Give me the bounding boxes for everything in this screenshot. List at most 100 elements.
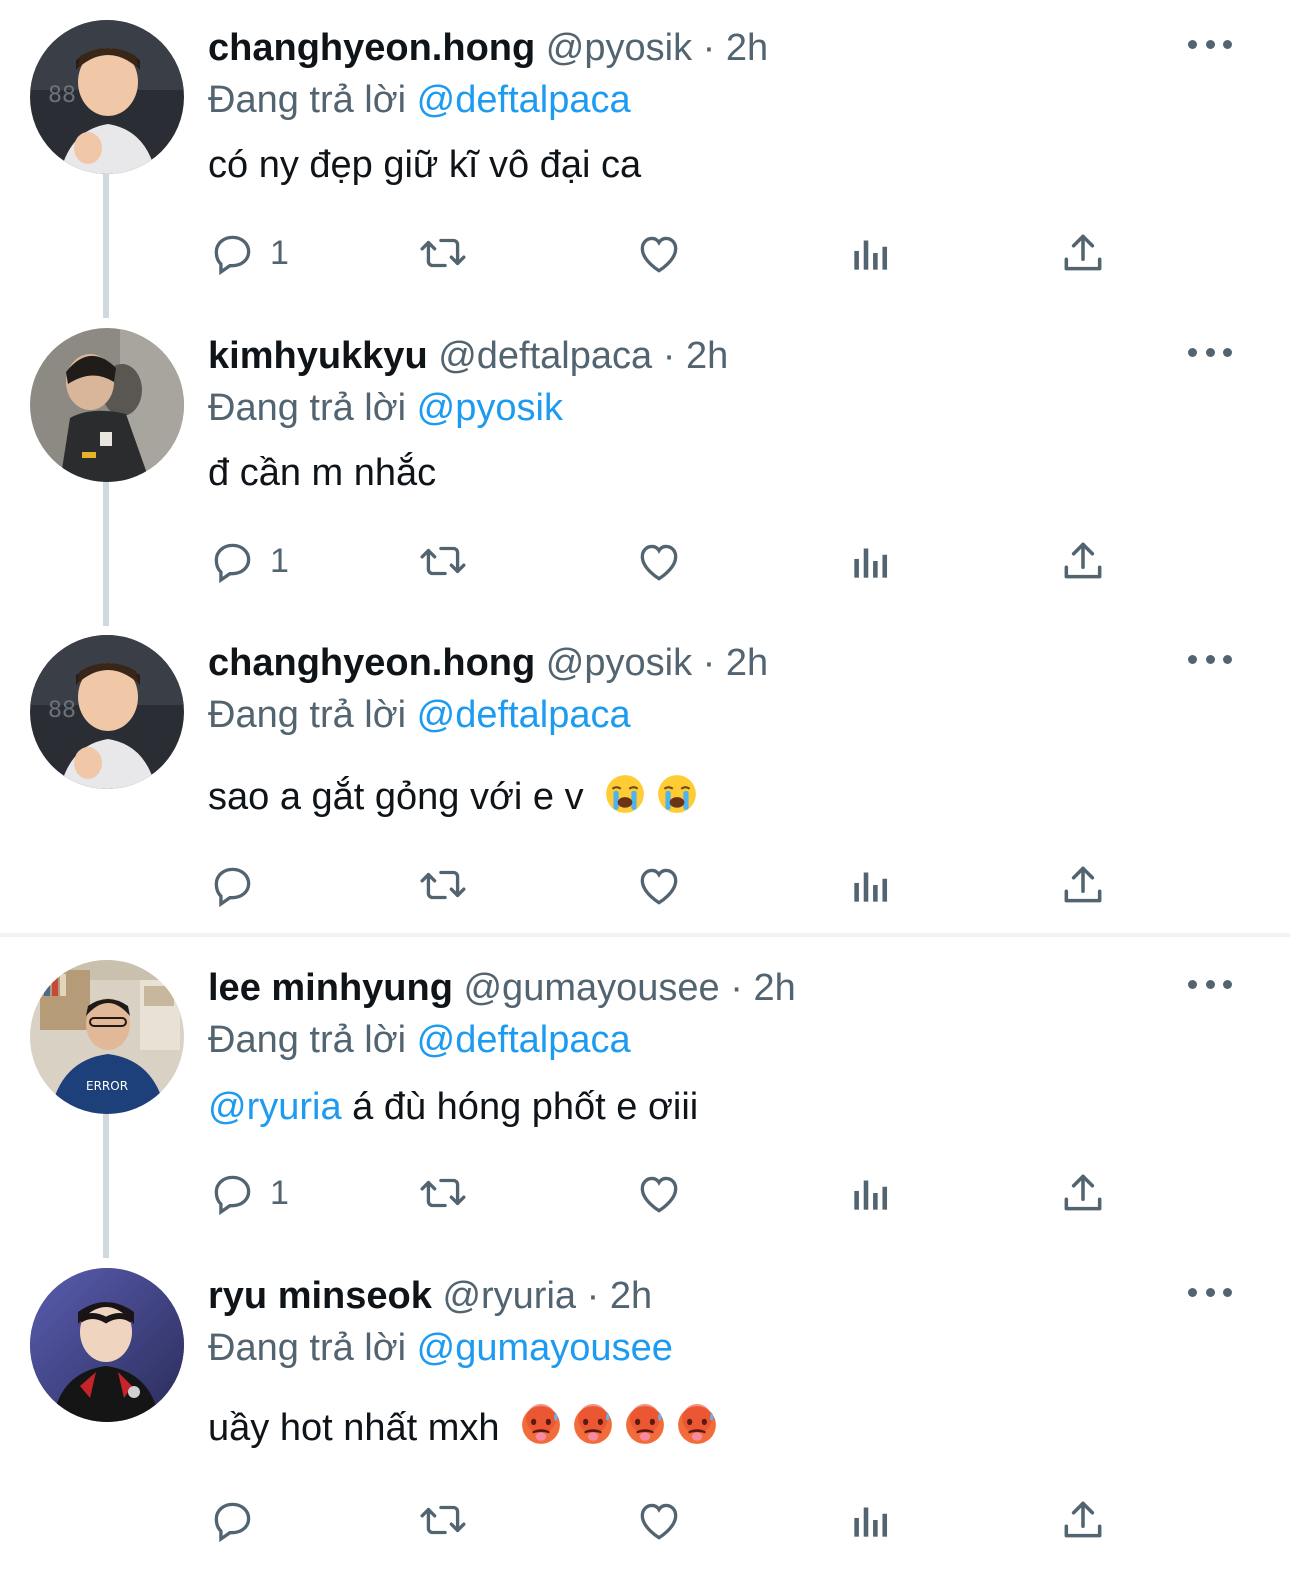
reply-button[interactable]: 1 [208, 534, 289, 588]
views-button[interactable] [846, 534, 896, 588]
reply-icon [214, 235, 251, 276]
more-options-icon[interactable] [1188, 980, 1232, 992]
retweet-button[interactable] [418, 534, 468, 588]
timestamp[interactable]: 2h [610, 1275, 652, 1317]
reply-prefix: Đang trả lời [208, 79, 407, 121]
replying-to: Đang trả lời @pyosik [208, 386, 563, 430]
svg-text:88: 88 [48, 83, 76, 108]
user-handle[interactable]: @deftalpaca [438, 335, 652, 377]
action-bar: 1 [208, 1166, 1108, 1220]
tweet[interactable]: 88 changhyeon.hong @pyosik · 2h Đang trả… [0, 20, 1290, 320]
tweet-header: kimhyukkyu @deftalpaca · 2h [208, 335, 729, 377]
tweet[interactable]: ERROR lee minhyung @gumayousee · 2h Đang… [0, 960, 1290, 1260]
heart-icon [640, 236, 678, 273]
views-button[interactable] [846, 1493, 896, 1547]
retweet-icon [420, 238, 466, 268]
avatar[interactable] [30, 1268, 184, 1422]
retweet-button[interactable] [418, 1166, 468, 1220]
action-bar: 1 [208, 226, 1108, 280]
share-button[interactable] [1058, 1493, 1108, 1547]
more-options-icon[interactable] [1188, 1288, 1232, 1300]
tweet[interactable]: kimhyukkyu @deftalpaca · 2h Đang trả lời… [0, 328, 1290, 628]
more-options-icon[interactable] [1188, 655, 1232, 667]
reply-prefix: Đang trả lời [208, 387, 407, 429]
heart-icon [640, 1503, 678, 1540]
display-name[interactable]: ryu minseok [208, 1275, 432, 1317]
retweet-button[interactable] [418, 858, 468, 912]
heart-icon [640, 544, 678, 581]
analytics-icon [854, 872, 888, 902]
share-button[interactable] [1058, 534, 1108, 588]
share-icon [1064, 234, 1102, 271]
views-button[interactable] [846, 858, 896, 912]
more-options-icon[interactable] [1188, 40, 1232, 52]
reply-mention-link[interactable]: @deftalpaca [417, 1019, 631, 1061]
more-options-icon[interactable] [1188, 348, 1232, 360]
like-button[interactable] [634, 534, 684, 588]
svg-text:88: 88 [48, 698, 76, 723]
share-icon [1064, 542, 1102, 579]
views-button[interactable] [846, 1166, 896, 1220]
like-button[interactable] [634, 1166, 684, 1220]
retweet-button[interactable] [418, 226, 468, 280]
tweet-text-content: sao a gắt gỏng với e v [208, 776, 584, 818]
avatar[interactable]: 88 [30, 20, 184, 174]
share-button[interactable] [1058, 226, 1108, 280]
reply-prefix: Đang trả lời [208, 694, 407, 736]
like-button[interactable] [634, 1493, 684, 1547]
tweet-text: @ryuria á đù hóng phốt e ơiii [208, 1084, 698, 1130]
avatar[interactable] [30, 328, 184, 482]
retweet-button[interactable] [418, 1493, 468, 1547]
display-name[interactable]: lee minhyung [208, 967, 453, 1009]
reply-button[interactable]: 1 [208, 226, 289, 280]
share-button[interactable] [1058, 858, 1108, 912]
retweet-icon [420, 870, 466, 900]
timestamp[interactable]: 2h [753, 967, 795, 1009]
reply-mention-link[interactable]: @deftalpaca [417, 79, 631, 121]
display-name[interactable]: kimhyukkyu [208, 335, 428, 377]
user-handle[interactable]: @ryuria [442, 1275, 576, 1317]
reply-mention-link[interactable]: @pyosik [417, 387, 563, 429]
reply-mention-link[interactable]: @gumayousee [417, 1327, 673, 1369]
heart-icon [640, 868, 678, 905]
views-button[interactable] [846, 226, 896, 280]
like-button[interactable] [634, 226, 684, 280]
action-bar [208, 858, 1108, 912]
retweet-icon [420, 1505, 466, 1535]
loudly-crying-face-emoji [658, 775, 697, 813]
display-name[interactable]: changhyeon.hong [208, 642, 535, 684]
user-handle[interactable]: @gumayousee [463, 967, 719, 1009]
hot-face-emoji [626, 1404, 664, 1444]
timestamp[interactable]: 2h [686, 335, 728, 377]
reply-button[interactable]: 1 [208, 1166, 289, 1220]
tweet[interactable]: ryu minseok @ryuria · 2h Đang trả lời @g… [0, 1268, 1290, 1568]
replying-to: Đang trả lời @deftalpaca [208, 1018, 631, 1062]
analytics-icon [854, 240, 888, 270]
reply-button[interactable] [208, 858, 270, 912]
avatar[interactable]: 88 [30, 635, 184, 789]
timestamp[interactable]: 2h [726, 27, 768, 69]
tweet-text: uầy hot nhất mxh [208, 1404, 718, 1451]
avatar[interactable]: ERROR [30, 960, 184, 1114]
action-bar [208, 1493, 1108, 1547]
tweet-text: sao a gắt gỏng với e v [208, 773, 698, 820]
reply-mention-link[interactable]: @deftalpaca [417, 694, 631, 736]
tweet[interactable]: 88 changhyeon.hong @pyosik · 2h Đang trả… [0, 635, 1290, 930]
replying-to: Đang trả lời @deftalpaca [208, 693, 631, 737]
share-button[interactable] [1058, 1166, 1108, 1220]
user-handle[interactable]: @pyosik [546, 27, 692, 69]
analytics-icon [854, 1507, 888, 1537]
timestamp[interactable]: 2h [726, 642, 768, 684]
user-handle[interactable]: @pyosik [546, 642, 692, 684]
reply-prefix: Đang trả lời [208, 1327, 407, 1369]
reply-count: 1 [270, 233, 289, 272]
share-icon [1064, 1174, 1102, 1211]
display-name[interactable]: changhyeon.hong [208, 27, 535, 69]
replying-to: Đang trả lời @deftalpaca [208, 78, 631, 122]
hot-face-emoji [522, 1404, 560, 1444]
reply-button[interactable] [208, 1493, 270, 1547]
tweet-header: changhyeon.hong @pyosik · 2h [208, 642, 769, 684]
like-button[interactable] [634, 858, 684, 912]
reply-icon [214, 1175, 251, 1216]
tweet-mention-link[interactable]: @ryuria [208, 1086, 342, 1128]
